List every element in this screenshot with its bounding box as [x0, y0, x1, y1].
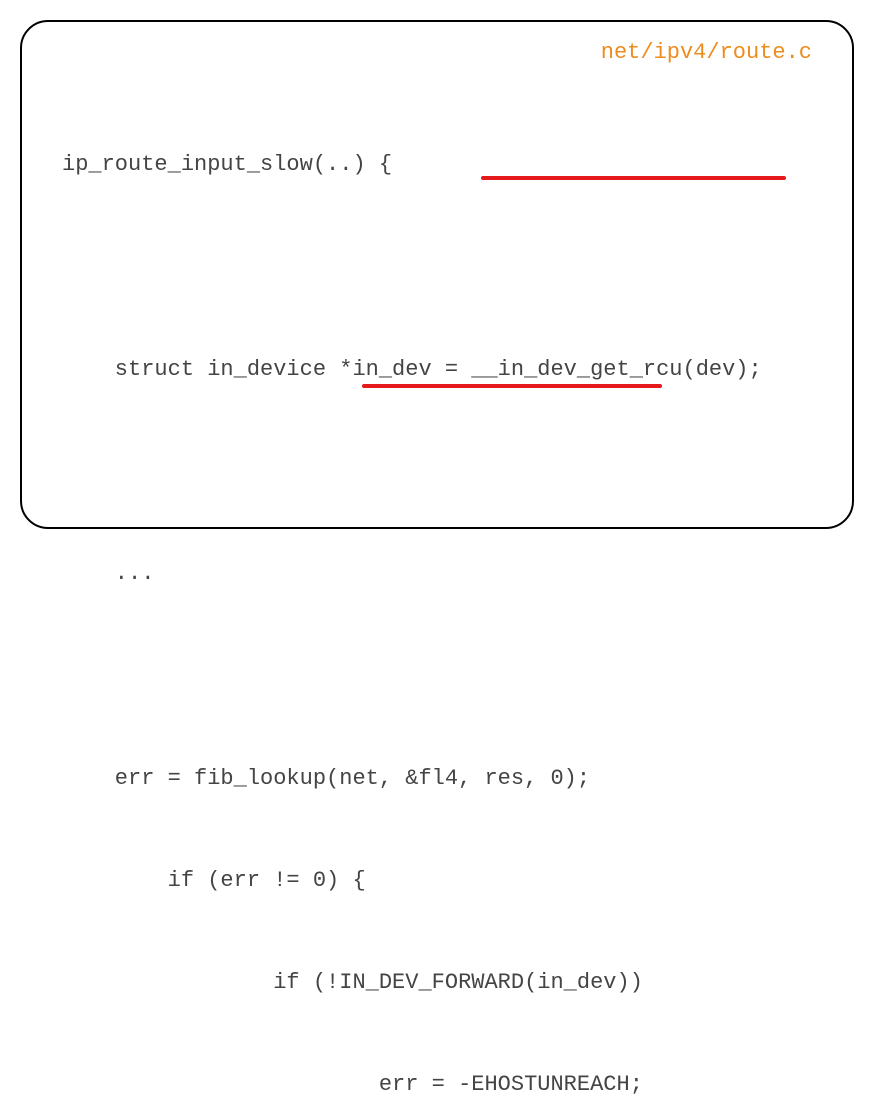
code-content: ip_route_input_slow(..) { struct in_devi… [62, 80, 822, 1098]
code-line-2 [62, 250, 822, 284]
source-filename: net/ipv4/route.c [601, 40, 812, 65]
code-box: net/ipv4/route.c ip_route_input_slow(..)… [20, 20, 854, 529]
code-line-6 [62, 659, 822, 693]
highlight-underline-1 [481, 176, 786, 180]
code-line-3: struct in_device *in_dev = __in_dev_get_… [62, 353, 822, 387]
code-line-8: if (err != 0) { [62, 864, 822, 898]
code-line-10: err = -EHOSTUNREACH; [62, 1068, 822, 1098]
code-line-7: err = fib_lookup(net, &fl4, res, 0); [62, 762, 822, 796]
code-line-4 [62, 455, 822, 489]
code-line-5: ... [62, 557, 822, 591]
highlight-underline-2 [362, 384, 662, 388]
code-line-9: if (!IN_DEV_FORWARD(in_dev)) [62, 966, 822, 1000]
